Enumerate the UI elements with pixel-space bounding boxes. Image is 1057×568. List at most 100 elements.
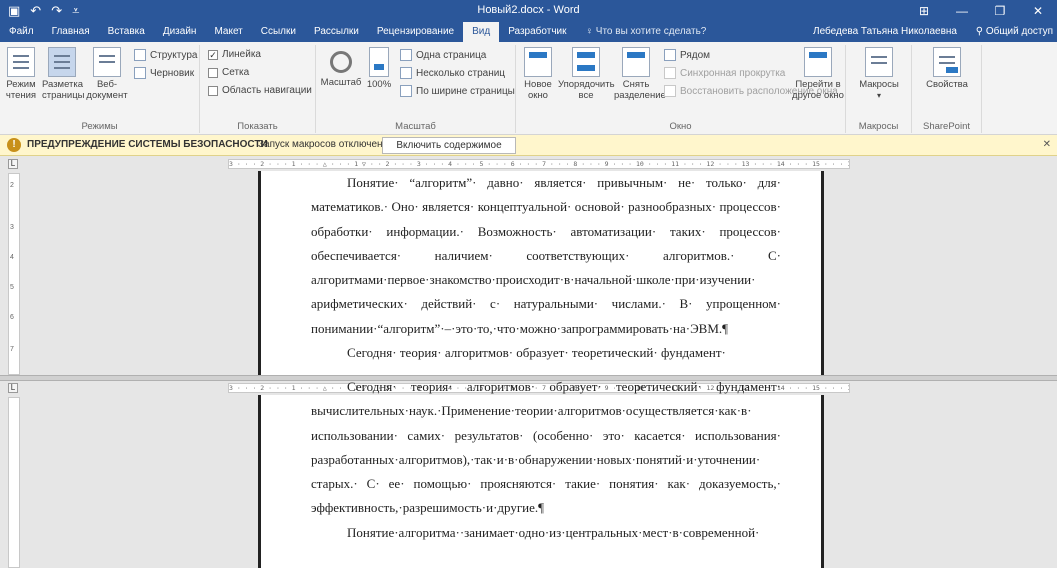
side-by-side-label: Рядом: [680, 49, 711, 61]
security-warning-title: ПРЕДУПРЕЖДЕНИЕ СИСТЕМЫ БЕЗОПАСНОСТИ: [27, 139, 268, 150]
security-warning-message: Запуск макросов отключен.: [258, 139, 386, 150]
vruler-tick: 6: [10, 314, 14, 321]
tell-me-search[interactable]: ♀ Что вы хотите сделать?: [576, 22, 717, 42]
one-page-label: Одна страница: [416, 49, 487, 61]
macros-dropdown-icon: ▾: [876, 91, 881, 100]
lightbulb-icon: ♀: [585, 26, 596, 37]
tab-insert[interactable]: Вставка: [99, 22, 154, 42]
grid-checkbox[interactable]: Сетка: [208, 67, 249, 78]
web-layout-button[interactable]: Веб-документ: [86, 47, 128, 101]
outline-icon: [134, 49, 146, 61]
minimize-icon[interactable]: —: [943, 0, 981, 22]
tab-selector[interactable]: L: [8, 159, 18, 169]
vertical-ruler-top[interactable]: 2 3 4 5 6 7: [8, 173, 20, 375]
draft-button[interactable]: Черновик: [134, 67, 194, 79]
arrange-all-icon: [572, 47, 600, 77]
user-name[interactable]: Лебедева Татьяна Николаевна: [813, 22, 957, 42]
window-title: Новый2.docx - Word: [477, 4, 580, 16]
document-text-bottom[interactable]: Сегодня· теория· алгоритмов· образует· т…: [311, 381, 781, 545]
print-layout-icon: [48, 47, 76, 77]
window-controls: ⊞ — ❐ ✕: [905, 0, 1057, 22]
arrange-all-label: Упорядочить все: [558, 79, 615, 101]
one-page-icon: [400, 49, 412, 61]
magnifier-icon: [330, 51, 352, 73]
ruler-check-mark: ✓: [208, 49, 218, 60]
outline-button[interactable]: Структура: [134, 49, 197, 61]
horizontal-ruler-top: L 3 · · · 2 · · · 1 · · · △ · · · 1 ▽ · …: [0, 157, 1057, 171]
ribbon-tab-bar: Файл Главная Вставка Дизайн Макет Ссылки…: [0, 22, 1057, 42]
person-icon: ⚲: [975, 26, 986, 37]
vruler-tick: 7: [10, 346, 14, 353]
zoom-label: Масштаб: [320, 77, 362, 88]
navigation-pane-checkbox[interactable]: Область навигации: [208, 85, 312, 96]
paragraph[interactable]: Сегодня· теория· алгоритмов· образует· т…: [311, 341, 781, 365]
sync-scrolling-button[interactable]: Синхронная прокрутка: [664, 67, 785, 79]
group-label-sharepoint: SharePoint: [922, 121, 970, 132]
remove-split-button[interactable]: Снять разделение: [614, 47, 666, 101]
paragraph[interactable]: Сегодня· теория· алгоритмов· образует· т…: [311, 381, 781, 521]
switch-windows-label: Перейти в другое окно: [792, 79, 844, 101]
macros-icon: [865, 47, 893, 77]
zoom-100-button[interactable]: 100%: [364, 47, 394, 90]
group-label-modes: Режимы: [81, 121, 118, 132]
paragraph[interactable]: Понятие· “алгоритм”· давно· является· пр…: [311, 171, 781, 341]
properties-button[interactable]: Свойства: [922, 47, 972, 90]
print-layout-button[interactable]: Разметка страницы: [42, 47, 85, 101]
print-layout-label: Разметка страницы: [42, 79, 85, 101]
group-zoom: Масштаб 100% Одна страница Несколько стр…: [316, 45, 516, 133]
tab-home[interactable]: Главная: [43, 22, 99, 42]
grid-label: Сетка: [222, 67, 250, 78]
vruler-tick: 5: [10, 284, 14, 291]
vertical-scrollbar-top[interactable]: [1047, 171, 1057, 375]
close-warning-icon[interactable]: ✕: [1043, 139, 1051, 150]
one-page-button[interactable]: Одна страница: [400, 49, 486, 61]
group-macros: Макросы ▾ Макросы: [846, 45, 912, 133]
ribbon: Режим чтения Разметка страницы Веб-докум…: [0, 42, 1057, 135]
vertical-scrollbar-bottom[interactable]: [1047, 395, 1057, 568]
tab-layout[interactable]: Макет: [205, 22, 251, 42]
tab-selector-bottom[interactable]: L: [8, 383, 18, 393]
draft-label: Черновик: [150, 67, 195, 79]
document-pane-bottom: L 3 · · · 2 · · · 1 · · · △ · · · 1 ▽ · …: [0, 381, 1057, 568]
tab-developer[interactable]: Разработчик: [499, 22, 575, 42]
zoom-button[interactable]: Масштаб: [318, 47, 364, 88]
group-label-window: Окно: [669, 121, 692, 132]
draft-icon: [134, 67, 146, 79]
navigation-pane-label: Область навигации: [222, 85, 312, 96]
group-window: Новое окно Упорядочить все Снять разделе…: [516, 45, 846, 133]
web-layout-icon: [93, 47, 121, 77]
group-show: ✓ Линейка Сетка Область навигации Показат…: [200, 45, 316, 133]
new-window-icon: [524, 47, 552, 77]
tab-file[interactable]: Файл: [0, 22, 43, 42]
properties-label: Свойства: [926, 79, 968, 90]
ruler-checkbox[interactable]: ✓ Линейка: [208, 49, 261, 60]
tab-design[interactable]: Дизайн: [154, 22, 206, 42]
tab-view[interactable]: Вид: [463, 22, 500, 42]
tab-review[interactable]: Рецензирование: [368, 22, 463, 42]
close-icon[interactable]: ✕: [1019, 0, 1057, 22]
restore-icon[interactable]: ❐: [981, 0, 1019, 22]
ribbon-display-icon[interactable]: ⊞: [905, 0, 943, 22]
multiple-pages-button[interactable]: Несколько страниц: [400, 67, 505, 79]
page-width-button[interactable]: По ширине страницы: [400, 85, 515, 97]
switch-windows-button[interactable]: Перейти в другое окно: [790, 47, 846, 101]
warning-icon: !: [7, 138, 21, 152]
document-text-top[interactable]: Понятие· “алгоритм”· давно· является· пр…: [311, 171, 781, 365]
paragraph[interactable]: Понятие·алгоритма··занимает·одно·из·цент…: [311, 521, 781, 545]
document-page-bottom[interactable]: Сегодня· теория· алгоритмов· образует· т…: [258, 381, 824, 568]
enable-content-button[interactable]: Включить содержимое: [382, 137, 516, 154]
vertical-ruler-bottom[interactable]: [8, 397, 20, 568]
share-button[interactable]: ⚲ Общий доступ: [976, 22, 1053, 42]
side-by-side-button[interactable]: Рядом: [664, 49, 710, 61]
document-page-top[interactable]: Понятие· “алгоритм”· давно· является· пр…: [258, 171, 824, 375]
new-window-button[interactable]: Новое окно: [520, 47, 556, 101]
arrange-all-button[interactable]: Упорядочить все: [558, 47, 615, 101]
group-modes: Режим чтения Разметка страницы Веб-докум…: [0, 45, 200, 133]
ruler-scale-top[interactable]: 3 · · · 2 · · · 1 · · · △ · · · 1 ▽ · · …: [228, 159, 850, 169]
share-label: Общий доступ: [985, 26, 1053, 37]
tab-mailings[interactable]: Рассылки: [305, 22, 368, 42]
read-mode-button[interactable]: Режим чтения: [4, 47, 38, 101]
security-warning-bar: ! ПРЕДУПРЕЖДЕНИЕ СИСТЕМЫ БЕЗОПАСНОСТИ За…: [0, 135, 1057, 156]
tab-references[interactable]: Ссылки: [252, 22, 305, 42]
macros-button[interactable]: Макросы ▾: [856, 47, 902, 101]
